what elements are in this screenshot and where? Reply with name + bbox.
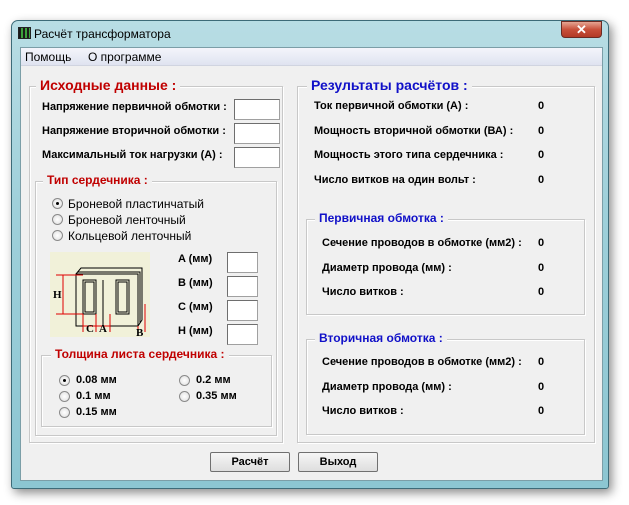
diagram-label-b: B [136,327,144,337]
thickness-option-2[interactable]: 0.15 мм [76,406,117,418]
core-radio-1[interactable] [52,214,63,225]
thickness-option-3[interactable]: 0.2 мм [196,374,231,386]
max-current-label: Максимальный ток нагрузки (А) : [42,149,223,161]
core-option-1[interactable]: Броневой ленточный [68,213,186,227]
input-legend: Исходные данные : [36,77,181,93]
core-radio-2[interactable] [52,230,63,241]
diagram-label-a: A [99,323,107,335]
primary-voltage-input[interactable] [234,99,280,120]
results-value-0: 0 [538,100,545,112]
dim-h-label: H (мм) [178,325,213,337]
dim-b-input[interactable] [227,276,258,297]
core-option-2[interactable]: Кольцевой ленточный [68,229,191,243]
diagram-label-h: H [53,289,62,301]
dim-b-label: B (мм) [178,277,213,289]
secondary-voltage-label: Напряжение вторичной обмотки : [42,125,226,137]
close-button[interactable]: ✕ [561,21,602,38]
thickness-option-1[interactable]: 0.1 мм [76,390,111,402]
results-label-1: Мощность вторичной обмотки (ВА) : [314,124,514,137]
secondary-group [306,339,585,435]
results-label-3: Число витков на один вольт : [314,173,476,186]
core-type-legend: Тип сердечника : [43,173,152,187]
menu-help[interactable]: Помощь [25,50,71,64]
calculate-button[interactable]: Расчёт [210,452,290,472]
primary-voltage-label: Напряжение первичной обмотки : [42,101,227,113]
thickness-legend: Толщина листа сердечника : [51,347,229,361]
results-value-3: 0 [538,173,545,186]
primary-group [306,219,585,315]
dim-c-input[interactable] [227,300,258,321]
secondary-voltage-input[interactable] [234,123,280,144]
thickness-option-4[interactable]: 0.35 мм [196,390,237,402]
thickness-radio-4[interactable] [179,391,190,402]
menu-about[interactable]: О программе [88,50,161,64]
window-title: Расчёт трансформатора [34,27,171,41]
core-diagram: H C A B [50,252,150,337]
results-label-0: Ток первичной обмотки (А) : [314,100,469,112]
exit-button[interactable]: Выход [298,452,378,472]
core-radio-0[interactable] [52,198,63,209]
dim-c-label: C (мм) [178,301,213,313]
diagram-label-c: C [86,323,94,335]
primary-legend: Первичная обмотка : [315,211,448,225]
results-label-2: Мощность этого типа сердечника : [314,149,504,161]
dim-a-label: A (мм) [178,253,213,265]
dim-h-input[interactable] [227,324,258,345]
core-option-0[interactable]: Броневой пластинчатый [68,197,204,211]
thickness-radio-3[interactable] [179,375,190,386]
results-legend: Результаты расчётов : [307,77,472,93]
app-icon [18,27,31,39]
secondary-legend: Вторичная обмотка : [315,331,447,345]
max-current-input[interactable] [234,147,280,168]
results-value-2: 0 [538,149,545,161]
dim-a-input[interactable] [227,252,258,273]
thickness-option-0[interactable]: 0.08 мм [76,374,117,386]
thickness-radio-1[interactable] [59,391,70,402]
results-value-1: 0 [538,124,545,137]
thickness-radio-2[interactable] [59,407,70,418]
thickness-radio-0[interactable] [59,375,70,386]
